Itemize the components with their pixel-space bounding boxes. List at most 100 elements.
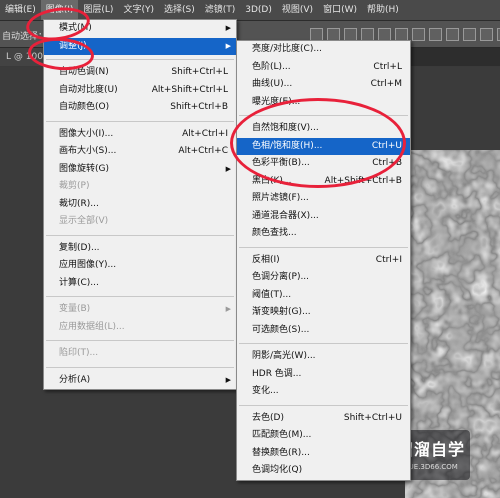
submenu-arrow-icon: ▶ (225, 24, 231, 32)
menu-item[interactable]: 亮度/对比度(C)... (237, 41, 410, 59)
menu-item-label: 阈值(T)... (252, 289, 292, 300)
menu-item[interactable]: 替换颜色(R)... (237, 445, 410, 463)
menu-item-label: 变化... (252, 386, 279, 396)
menu-item-label: 显示全部(V) (59, 216, 109, 226)
annotation-ring-hue-saturation (230, 98, 406, 188)
menu-item[interactable]: 计算(C)... (44, 275, 236, 293)
menu-separator (46, 340, 234, 341)
menu-item[interactable]: 裁切(R)... (44, 196, 236, 214)
menu-item-label: 曲线(U)... (252, 79, 293, 89)
menu-help[interactable]: 帮助(H) (362, 0, 404, 20)
menu-item-label: 色调分离(P)... (252, 272, 310, 282)
menu-window[interactable]: 窗口(W) (318, 0, 362, 20)
menu-item[interactable]: 图像旋转(G) ▶ (44, 161, 236, 179)
menu-item[interactable]: 颜色查找... (237, 225, 410, 243)
menu-item-shortcut: Shift+Ctrl+U (343, 412, 402, 423)
menu-item-label: 替换颜色(R)... (252, 447, 310, 458)
distribute-left-icon[interactable] (463, 28, 476, 41)
menu-item-label: HDR 色调... (252, 368, 302, 379)
menu-item-label: 匹配颜色(M)... (252, 430, 312, 440)
menu-separator (46, 366, 234, 368)
menu-item-label: 去色(D) (252, 412, 284, 423)
distribute-center-icon[interactable] (480, 28, 493, 41)
menu-item-shortcut: Alt+Ctrl+I (182, 128, 228, 139)
menu-item[interactable]: 阴影/高光(W)... (237, 348, 410, 366)
menu-item[interactable]: 匹配颜色(M)... (237, 427, 410, 445)
menu-item-label: 应用数据组(L)... (59, 321, 125, 332)
menu-item[interactable]: 变化... (237, 383, 410, 401)
menu-item-shortcut: Shift+Ctrl+B (170, 102, 228, 112)
menu-view[interactable]: 视图(V) (277, 0, 318, 20)
menu-item[interactable]: 图像大小(I)... Alt+Ctrl+I (44, 126, 236, 144)
menu-item[interactable]: HDR 色调... (237, 366, 410, 384)
menu-item-label: 分析(A) (59, 374, 91, 385)
menu-item: 裁剪(P) (44, 178, 236, 196)
menu-item-label: 陷印(T)... (59, 348, 99, 358)
menu-item[interactable]: 去色(D) Shift+Ctrl+U (237, 410, 410, 428)
menu-item[interactable]: 阈值(T)... (237, 287, 410, 305)
menu-item[interactable]: 渐变映射(G)... (237, 304, 410, 322)
menu-item[interactable]: 照片滤镜(F)... (237, 190, 410, 208)
menu-item-label: 裁切(R)... (59, 198, 99, 209)
menu-item[interactable]: 通道混合器(X)... (237, 208, 410, 226)
menu-separator (46, 234, 234, 236)
submenu-arrow-icon: ▶ (225, 305, 231, 313)
submenu-arrow-icon: ▶ (225, 164, 231, 173)
menu-item: 变量(B) ▶ (44, 301, 236, 319)
menu-item[interactable]: 分析(A) ▶ (44, 372, 236, 390)
menu-item[interactable]: 反相(I) Ctrl+I (237, 252, 410, 270)
menu-item[interactable]: 色阶(L)... Ctrl+L (237, 59, 410, 77)
menu-item[interactable]: 可选颜色(S)... (237, 322, 410, 340)
menu-item[interactable]: 自动对比度(U) Alt+Shift+Ctrl+L (44, 82, 236, 100)
menu-item-label: 照片滤镜(F)... (252, 193, 309, 203)
menu-select[interactable]: 选择(S) (159, 0, 200, 20)
menu-item-label: 自动对比度(U) (59, 84, 118, 95)
menu-item-shortcut: Ctrl+L (373, 61, 402, 72)
menu-item-label: 通道混合器(X)... (252, 210, 319, 221)
menu-item-label: 反相(I) (252, 254, 280, 265)
menu-separator (239, 404, 408, 406)
menu-item[interactable]: 应用图像(Y)... (44, 257, 236, 275)
menu-type[interactable]: 文字(Y) (118, 0, 159, 20)
menu-item-shortcut: Alt+Ctrl+C (178, 146, 228, 156)
menu-item-label: 画布大小(S)... (59, 146, 117, 156)
menu-separator (46, 120, 234, 122)
menu-item-label: 变量(B) (59, 304, 91, 314)
menu-separator (239, 343, 408, 344)
menu-3d[interactable]: 3D(D) (240, 0, 277, 20)
menu-item: 应用数据组(L)... (44, 319, 236, 337)
menu-item-label: 图像大小(I)... (59, 128, 114, 139)
menu-item[interactable]: 画布大小(S)... Alt+Ctrl+C (44, 143, 236, 161)
menu-item: 显示全部(V) (44, 213, 236, 231)
distribute-bottom-icon[interactable] (446, 28, 459, 41)
menu-item: 陷印(T)... (44, 345, 236, 363)
menu-item-label: 计算(C)... (59, 277, 99, 288)
submenu-arrow-icon: ▶ (225, 375, 231, 384)
menu-item-label: 自动颜色(O) (59, 102, 110, 112)
menu-item-shortcut: Shift+Ctrl+L (171, 67, 228, 77)
menu-item-label: 亮度/对比度(C)... (252, 44, 322, 54)
submenu-arrow-icon: ▶ (225, 41, 231, 50)
menu-item-label: 复制(D)... (59, 242, 100, 253)
image-menu: 模式(M) ▶ 调整(J) ▶ 自动色调(N) Shift+Ctrl+L 自动对比度(U) A… (43, 19, 237, 390)
menu-item[interactable]: 自动颜色(O) Shift+Ctrl+B (44, 99, 236, 117)
distribute-top-icon[interactable] (412, 28, 425, 41)
menu-item-label: 阴影/高光(W)... (252, 351, 316, 361)
menu-separator (46, 296, 234, 297)
menu-item[interactable]: 色调均化(Q) (237, 462, 410, 480)
menu-item[interactable]: 色调分离(P)... (237, 269, 410, 287)
menu-item-label: 色调均化(Q) (252, 465, 303, 475)
menu-filter[interactable]: 滤镜(T) (200, 0, 241, 20)
menu-item-label: 渐变映射(G)... (252, 307, 311, 317)
menu-item-label: 图像旋转(G) (59, 163, 109, 174)
menu-item-shortcut: Alt+Shift+Ctrl+L (151, 84, 228, 95)
menu-item[interactable]: 曲线(U)... Ctrl+M (237, 76, 410, 94)
menu-item-label: 应用图像(Y)... (59, 260, 117, 270)
menu-item-shortcut: Ctrl+I (375, 254, 402, 265)
menu-item-label: 色阶(L)... (252, 61, 291, 72)
menu-item[interactable]: 复制(D)... (44, 240, 236, 258)
menu-separator (239, 246, 408, 248)
menu-item-shortcut: Ctrl+M (370, 79, 402, 89)
distribute-middle-icon[interactable] (429, 28, 442, 41)
menu-item-label: 可选颜色(S)... (252, 324, 310, 335)
